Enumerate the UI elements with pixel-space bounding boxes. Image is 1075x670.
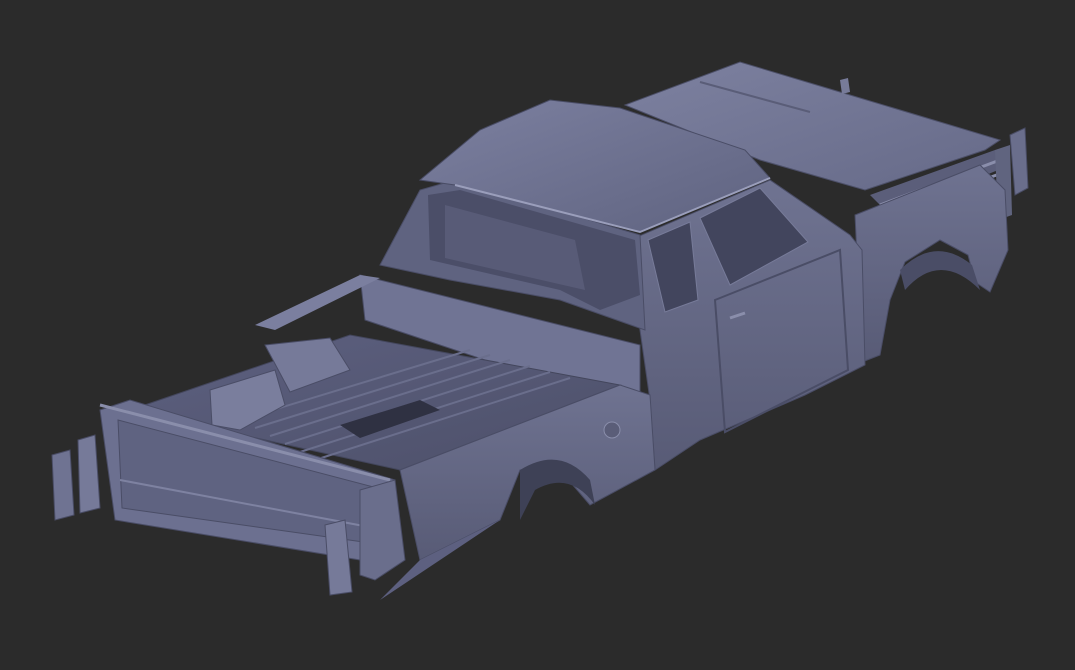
3d-viewport[interactable]: [0, 0, 1075, 670]
tail-light-parts: [51, 434, 101, 521]
truck-model-render: [51, 61, 1029, 600]
